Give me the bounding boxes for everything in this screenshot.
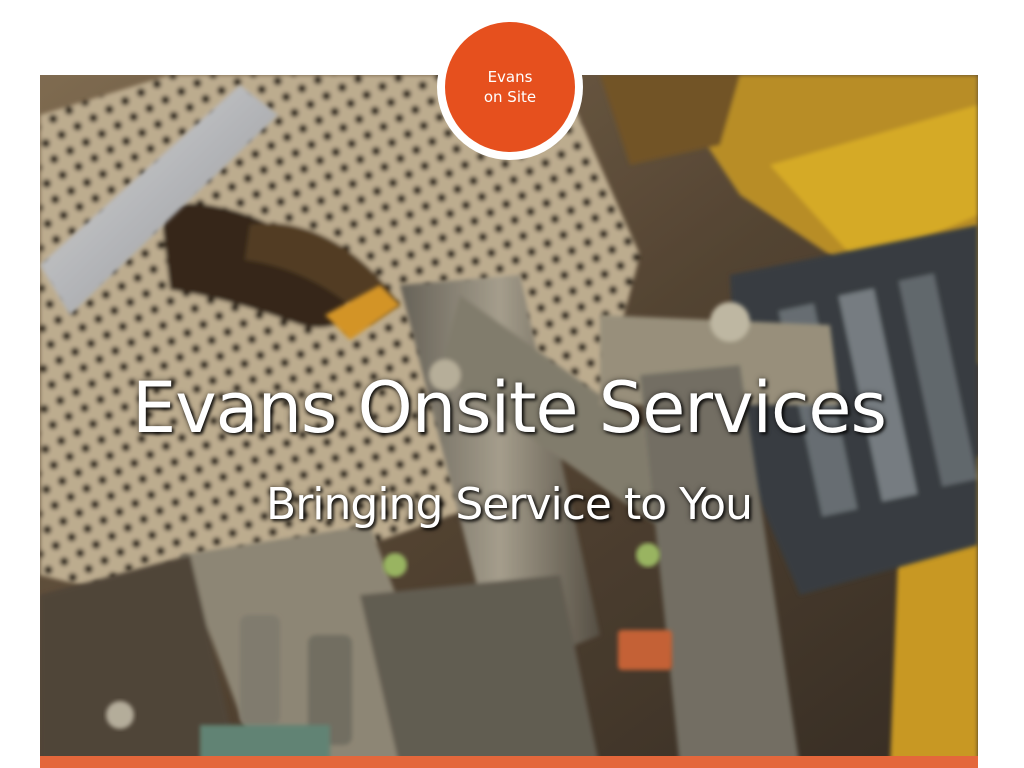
hero-subtitle: Bringing Service to You: [266, 479, 753, 530]
page: Evans Onsite Services Bringing Service t…: [0, 0, 1024, 768]
hero-title: Evans Onsite Services: [132, 367, 887, 449]
logo-line-2: on Site: [483, 88, 537, 106]
logo-line-1: Evans: [487, 68, 533, 86]
hero-banner: Evans Onsite Services Bringing Service t…: [40, 75, 978, 768]
site-logo-link[interactable]: Evans on Site: [445, 22, 575, 152]
logo-ring: Evans on Site: [437, 14, 583, 160]
accent-bar: [40, 756, 978, 768]
